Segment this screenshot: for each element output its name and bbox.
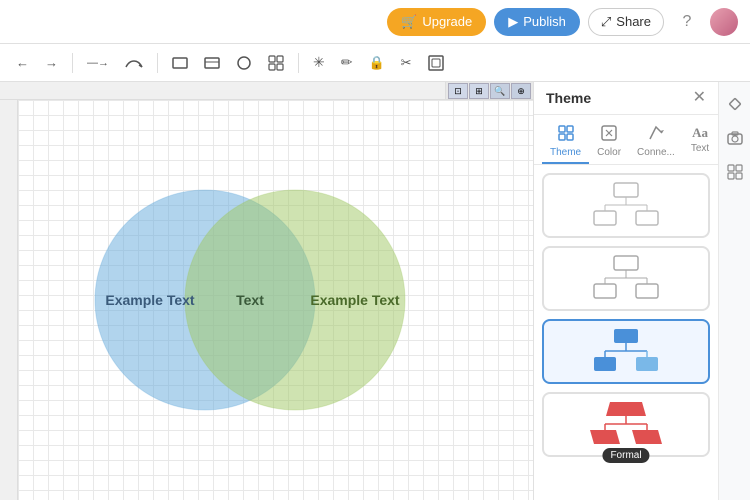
sep2 [157,53,158,73]
help-button[interactable]: ? [672,7,702,37]
zoom-fit-button[interactable]: ⊡ [448,83,468,99]
custom-shape-button[interactable] [230,51,258,75]
sep3 [298,53,299,73]
help-icon: ? [683,13,692,31]
camera-icon [727,130,743,146]
canvas-container[interactable]: 10 20 30 40 50 60 70 80 90 100 110 120 [0,82,533,500]
publish-icon: ▶ [508,14,518,30]
scissors-button[interactable]: ✂ [395,51,418,75]
undo-icon: ← [16,55,29,70]
ruler-left [0,100,18,500]
tab-theme-label: Theme [550,147,581,158]
publish-label: Publish [523,14,566,29]
canvas-grid[interactable]: Example Text Text Example Text [18,100,533,500]
redo-button[interactable]: → [39,51,64,74]
view-toggle-button[interactable]: ⊞ [469,83,489,99]
theme-card-1[interactable] [542,173,710,238]
share-label: Share [616,14,651,29]
topbar: 🛒 Upgrade ▶ Publish ⤢ Share ? [0,0,750,44]
upgrade-button[interactable]: 🛒 Upgrade [387,8,486,36]
cart-icon: 🛒 [401,14,417,30]
venn-diagram: Example Text Text Example Text [60,175,440,425]
rect-tool-button[interactable] [166,51,194,75]
svg-text:Example Text: Example Text [310,292,400,308]
connector-tab-icon [648,125,664,145]
rect-icon [172,55,188,71]
share-button[interactable]: ⤢ Share [588,8,664,36]
zoom-icon-2[interactable]: ⊕ [511,83,531,99]
pointer-icon: ✳ [313,54,325,71]
panel-header: Theme ✕ [534,82,718,115]
theme-card-4[interactable]: Formal [542,392,710,457]
undo-button[interactable]: ← [10,51,35,74]
pointer-button[interactable]: ✳ [307,50,331,75]
lock-icon: 🔒 [368,55,384,71]
far-right-btn-1[interactable] [723,92,747,116]
grid-tool-button[interactable] [262,51,290,75]
far-right-btn-3[interactable] [723,160,747,184]
scissors-icon: ✂ [401,55,412,71]
ruler-top: 10 20 30 40 50 60 70 80 90 100 110 120 [0,82,533,100]
pen-button[interactable]: ✏ [335,50,359,75]
far-right-btn-2[interactable] [723,126,747,150]
theme-card-3[interactable] [542,319,710,384]
main-area: 10 20 30 40 50 60 70 80 90 100 110 120 [0,82,750,500]
tab-connector-label: Conne... [637,147,675,158]
tab-text[interactable]: Aa Text [683,121,717,164]
formal-label: Formal [602,448,649,463]
diamond-icon [727,96,743,112]
share-icon: ⤢ [601,14,611,30]
publish-button[interactable]: ▶ Publish [494,8,580,36]
apps-icon [727,164,743,180]
frame-icon [428,55,444,71]
curve-tool-button[interactable] [119,53,149,73]
panel-tabs: Theme Color Conne... Aa Text [534,115,718,165]
tab-theme[interactable]: Theme [542,121,589,164]
custom-shape-icon [236,55,252,71]
sep1 [72,53,73,73]
zoom-icon-1[interactable]: 🔍 [490,83,510,99]
tab-color[interactable]: Color [589,121,629,164]
grid-icon [268,55,284,71]
rect2-icon [204,55,220,71]
panel-close-button[interactable]: ✕ [693,90,706,106]
frame-button[interactable] [422,51,450,75]
avatar[interactable] [710,8,738,36]
text-tab-icon: Aa [692,125,708,141]
lock-button[interactable]: 🔒 [362,51,390,75]
curve-icon [125,57,143,69]
tab-connector[interactable]: Conne... [629,121,683,164]
panel-content: Formal [534,165,718,500]
toolbar: ← → —→ ✳ ✏ 🔒 ✂ [0,44,750,82]
theme-panel: Theme ✕ Theme Color Conne... [533,82,718,500]
theme-card-2[interactable] [542,246,710,311]
panel-title: Theme [546,90,591,106]
upgrade-label: Upgrade [422,14,472,29]
rect2-tool-button[interactable] [198,51,226,75]
far-right-bar [718,82,750,500]
tab-text-label: Text [691,143,709,154]
theme-tab-icon [558,125,574,145]
color-tab-icon [601,125,617,145]
arrow-tool-button[interactable]: —→ [81,53,115,73]
redo-icon: → [45,55,58,70]
svg-text:Example Text: Example Text [105,292,195,308]
tab-color-label: Color [597,147,621,158]
svg-text:Text: Text [236,292,264,308]
pen-icon: ✏ [341,54,353,71]
